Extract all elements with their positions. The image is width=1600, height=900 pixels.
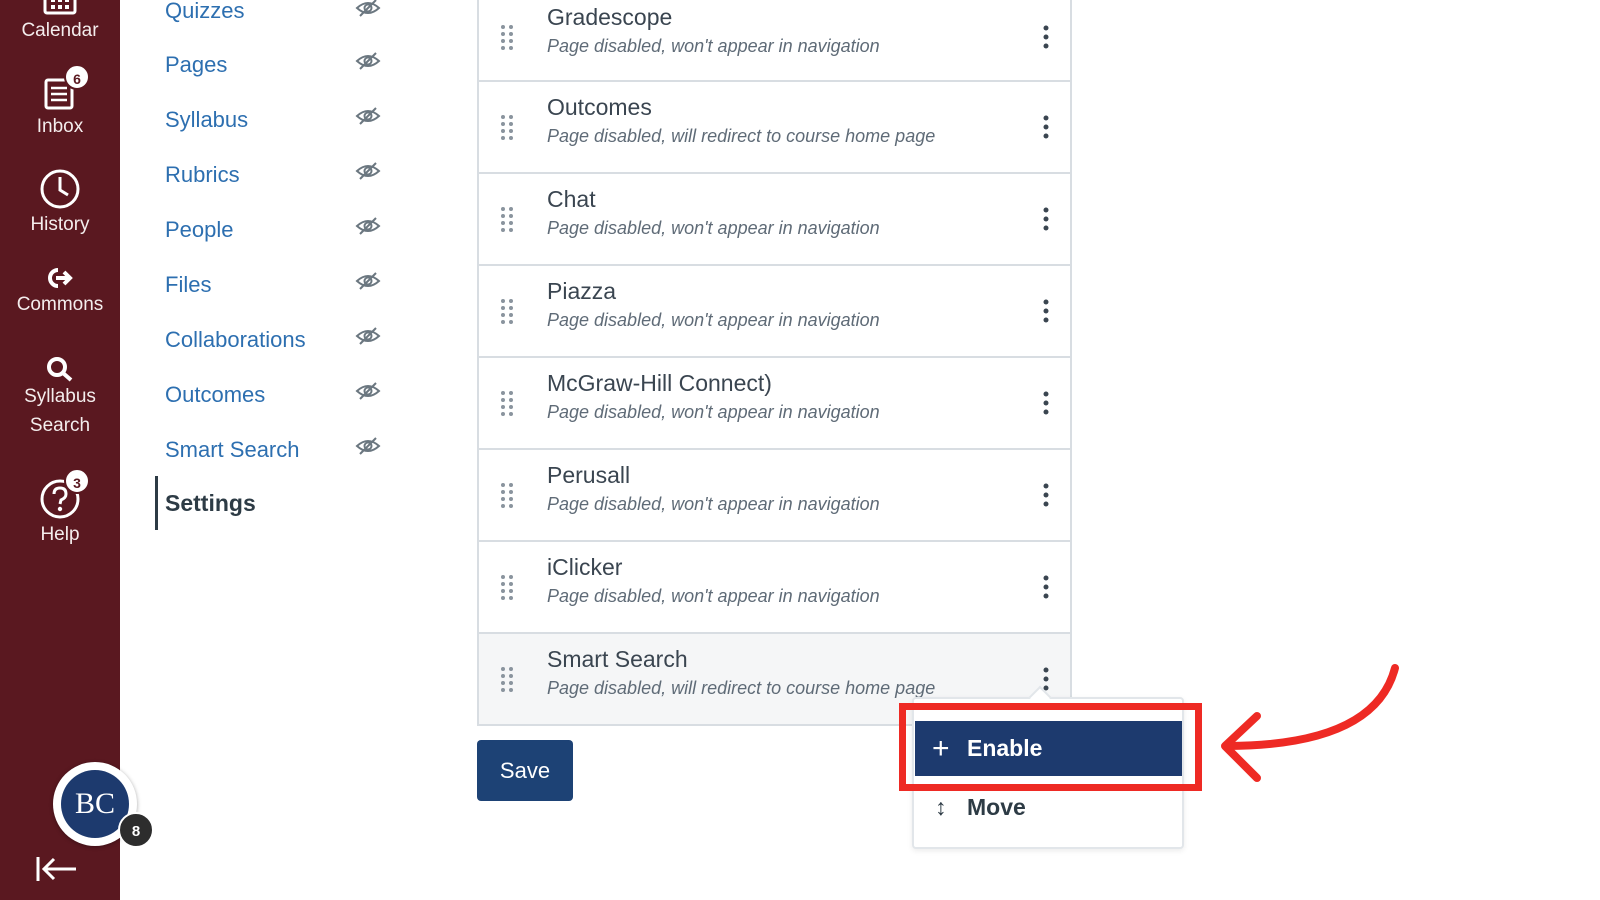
list-item-title: Outcomes	[547, 94, 652, 120]
list-item[interactable]: Perusall Page disabled, won't appear in …	[477, 450, 1072, 542]
course-nav-pages[interactable]: Pages	[165, 52, 227, 78]
list-item-status: Page disabled, won't appear in navigatio…	[547, 218, 880, 238]
eye-slash-icon	[355, 382, 381, 400]
list-item-title: Piazza	[547, 278, 617, 304]
course-nav-quizzes[interactable]: Quizzes	[165, 0, 244, 24]
eye-slash-icon	[355, 162, 381, 180]
list-item-title: McGraw-Hill Connect)	[547, 370, 772, 396]
course-nav-settings[interactable]: Settings	[165, 490, 256, 517]
list-item-status: Page disabled, will redirect to course h…	[547, 126, 936, 146]
drag-handle-icon[interactable]	[499, 298, 515, 324]
global-nav-help[interactable]: 3 Help	[0, 468, 120, 554]
list-item-title: iClicker	[547, 554, 623, 580]
list-item-status: Page disabled, won't appear in navigatio…	[547, 310, 880, 330]
highlight-box	[899, 703, 1202, 791]
list-item-status: Page disabled, won't appear in navigatio…	[547, 586, 880, 606]
global-nav-syllabus-search-label-line1: Syllabus	[24, 386, 96, 407]
list-item-status: Page disabled, will redirect to course h…	[547, 678, 936, 698]
eye-slash-icon	[355, 272, 381, 290]
kebab-menu-icon[interactable]	[1036, 112, 1056, 142]
course-nav-files[interactable]: Files	[165, 272, 211, 298]
global-nav-inbox-label: Inbox	[36, 116, 84, 137]
search-icon	[47, 357, 73, 382]
eye-slash-icon	[355, 107, 381, 125]
course-nav-smart-search[interactable]: Smart Search	[165, 437, 300, 463]
global-nav-calendar[interactable]: Calendar	[0, 0, 120, 52]
course-nav-rubrics[interactable]: Rubrics	[165, 162, 240, 188]
drag-handle-icon[interactable]	[499, 666, 515, 692]
list-item[interactable]: Piazza Page disabled, won't appear in na…	[477, 266, 1072, 358]
drag-handle-icon[interactable]	[499, 114, 515, 140]
global-nav-history[interactable]: History	[0, 168, 120, 244]
global-nav-calendar-label: Calendar	[21, 20, 99, 41]
list-item-title: Chat	[547, 186, 596, 212]
disabled-nav-items-list: Gradescope Page disabled, won't appear i…	[477, 0, 1072, 726]
global-nav-syllabus-search[interactable]: Syllabus Search	[0, 356, 120, 452]
kebab-menu-icon[interactable]	[1036, 572, 1056, 602]
help-notification-badge: 3	[64, 468, 90, 494]
global-nav-commons[interactable]: Commons	[0, 266, 120, 332]
save-button[interactable]: Save	[477, 740, 573, 801]
kebab-menu-icon[interactable]	[1036, 480, 1056, 510]
course-nav-collaborations[interactable]: Collaborations	[165, 327, 306, 353]
list-item-title: Gradescope	[547, 4, 673, 30]
global-nav-commons-label: Commons	[16, 294, 104, 315]
list-item-status: Page disabled, won't appear in navigatio…	[547, 494, 880, 514]
course-nav-people[interactable]: People	[165, 217, 234, 243]
global-nav-history-label: History	[30, 214, 90, 235]
list-item-status: Page disabled, won't appear in navigatio…	[547, 402, 880, 422]
course-nav-syllabus[interactable]: Syllabus	[165, 107, 248, 133]
avatar-notification-badge: 8	[118, 812, 154, 848]
kebab-menu-icon[interactable]	[1036, 388, 1056, 418]
list-item[interactable]: McGraw-Hill Connect) Page disabled, won'…	[477, 358, 1072, 450]
list-item-title: Smart Search	[547, 646, 688, 672]
eye-slash-icon	[355, 0, 381, 17]
active-indicator	[155, 476, 158, 530]
list-item[interactable]: Outcomes Page disabled, will redirect to…	[477, 82, 1072, 174]
drag-handle-icon[interactable]	[499, 574, 515, 600]
commons-icon	[48, 268, 73, 288]
course-nav-outcomes[interactable]: Outcomes	[165, 382, 265, 408]
drag-handle-icon[interactable]	[499, 206, 515, 232]
drag-handle-icon[interactable]	[499, 482, 515, 508]
collapse-nav-icon[interactable]	[34, 854, 78, 884]
eye-slash-icon	[355, 327, 381, 345]
eye-slash-icon	[355, 52, 381, 70]
global-nav-help-label: Help	[40, 524, 80, 545]
eye-slash-icon	[355, 437, 381, 455]
annotation-arrow-icon	[1221, 664, 1399, 782]
inbox-unread-badge: 6	[64, 64, 90, 90]
calendar-icon	[43, 0, 77, 15]
list-item-status: Page disabled, won't appear in navigatio…	[547, 36, 880, 56]
list-item[interactable]: iClicker Page disabled, won't appear in …	[477, 542, 1072, 634]
global-nav-inbox[interactable]: 6 Inbox	[0, 64, 120, 148]
clock-icon	[40, 169, 80, 209]
kebab-menu-icon[interactable]	[1036, 204, 1056, 234]
screen: { "global_nav": { "calendar_label": "Cal…	[0, 0, 1600, 900]
drag-handle-icon[interactable]	[499, 390, 515, 416]
list-item[interactable]: Gradescope Page disabled, won't appear i…	[477, 0, 1072, 82]
list-item[interactable]: Chat Page disabled, won't appear in navi…	[477, 174, 1072, 266]
move-label: Move	[967, 794, 1026, 820]
list-item-title: Perusall	[547, 462, 631, 488]
eye-slash-icon	[355, 217, 381, 235]
kebab-menu-icon[interactable]	[1036, 296, 1056, 326]
drag-handle-icon[interactable]	[499, 24, 515, 50]
global-nav-syllabus-search-label-line2: Search	[29, 415, 91, 436]
kebab-menu-icon[interactable]	[1036, 22, 1056, 52]
